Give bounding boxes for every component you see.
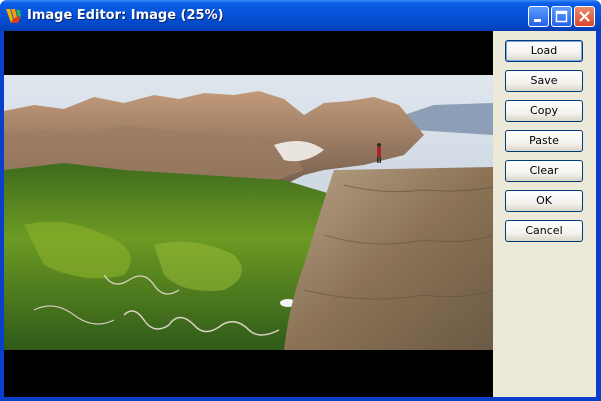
ok-button[interactable]: OK [505, 190, 583, 212]
title-bar[interactable]: Image Editor: Image (25%) [0, 0, 601, 31]
close-button[interactable] [574, 6, 595, 27]
load-button[interactable]: Load [505, 40, 583, 62]
clear-button[interactable]: Clear [505, 160, 583, 182]
paste-button[interactable]: Paste [505, 130, 583, 152]
image-editor-window: Image Editor: Image (25%) Load Save Copy… [0, 0, 601, 401]
minimize-icon [534, 19, 541, 22]
client-area: Load Save Copy Paste Clear OK Cancel [4, 31, 596, 397]
window-frame-right [596, 31, 601, 401]
minimize-button[interactable] [528, 6, 549, 27]
maximize-button[interactable] [551, 6, 572, 27]
button-panel: Load Save Copy Paste Clear OK Cancel [493, 31, 596, 397]
close-icon [579, 11, 590, 22]
window-frame-bottom [0, 397, 601, 401]
copy-button[interactable]: Copy [505, 100, 583, 122]
cancel-button[interactable]: Cancel [505, 220, 583, 242]
landscape-photo [4, 75, 493, 350]
window-title: Image Editor: Image (25%) [27, 8, 224, 23]
image-canvas[interactable] [4, 31, 493, 397]
save-button[interactable]: Save [505, 70, 583, 92]
app-logo-icon [6, 9, 21, 23]
maximize-icon [555, 10, 568, 23]
